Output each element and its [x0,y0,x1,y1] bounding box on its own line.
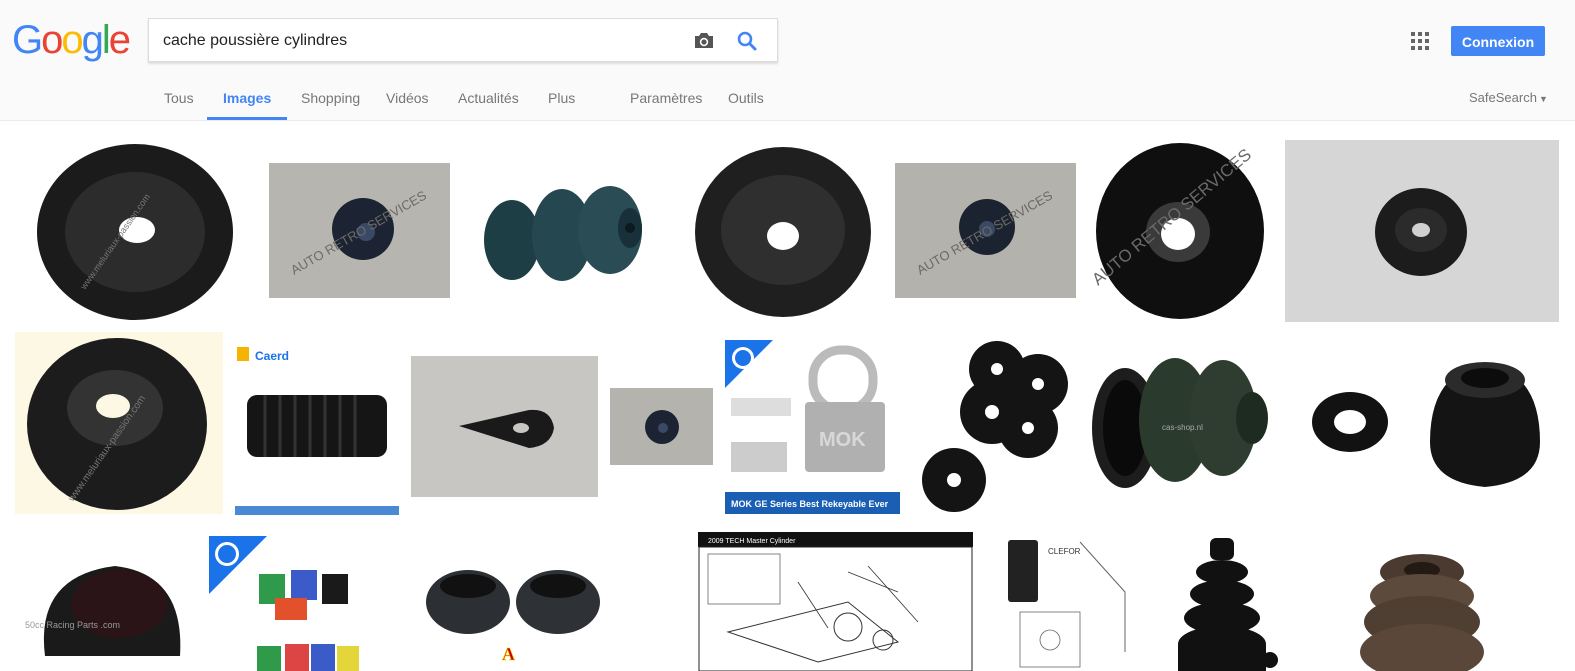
logo-letter-3: o [61,18,83,62]
brand-text: CLEFOR [1048,547,1081,556]
signin-button[interactable]: Connexion [1451,26,1545,56]
image-result[interactable] [693,140,873,322]
logo-letter-1: G [12,18,43,62]
logo-letter-2: o [41,18,63,62]
watermark-text: cas-shop.nl [1162,423,1203,432]
image-result[interactable]: A [410,542,610,671]
banner-text: MOK GE Series Best Rekeyable Ever [731,499,889,509]
safesearch-dropdown[interactable]: SafeSearch ▼ [1469,80,1548,116]
caret-down-icon: ▼ [1538,94,1548,104]
image-result[interactable] [1285,140,1559,322]
tab-videos[interactable]: Vidéos [386,80,429,121]
image-result[interactable]: AUTO RETRO SERVICES [269,163,450,298]
image-result[interactable] [470,140,668,322]
logo-letter-6: e [108,18,131,62]
tab-more[interactable]: Plus [548,80,575,121]
watermark-text: 50cc Racing Parts .com [25,620,120,630]
image-result[interactable] [411,356,598,497]
search-input[interactable] [163,28,683,54]
brand-text: Caerd [255,349,289,363]
search-icon[interactable] [734,28,760,54]
image-result[interactable]: CLEFOR [1000,532,1138,671]
image-result[interactable] [1160,532,1290,671]
image-result[interactable] [209,536,394,671]
apps-grid-icon[interactable] [1411,32,1429,50]
google-logo[interactable]: Google [12,16,131,64]
search-tabs: Tous Images Shopping Vidéos Actualités P… [0,80,1575,121]
lock-brand-text: MOK [819,429,866,451]
image-result[interactable] [1300,532,1545,671]
tab-images[interactable]: Images [206,80,288,121]
header: Google Connexion Tous Images Shopping Vi… [0,0,1575,121]
tab-tools[interactable]: Outils [728,80,764,121]
image-result[interactable]: MOK MOK GE Series Best Rekeyable Ever [725,340,900,514]
image-result[interactable]: www.meluriaux-passion.com [15,332,223,514]
image-result[interactable]: AUTO RETRO SERVICES [895,163,1076,298]
image-result[interactable]: www.meluriaux-passion.com [25,140,245,322]
image-result[interactable] [610,388,713,465]
tab-all[interactable]: Tous [164,80,194,121]
image-result[interactable]: 2009 TECH Master Cylinder [698,532,973,671]
image-result[interactable]: Caerd [235,340,399,515]
tab-settings[interactable]: Paramètres [630,80,702,121]
image-results-grid: www.meluriaux-passion.com AUTO RETRO SER… [0,122,1575,671]
search-box [148,18,778,62]
logo-letter-4: g [81,18,104,62]
image-result[interactable] [912,332,1077,514]
diagram-title: 2009 TECH Master Cylinder [708,538,796,545]
letter-label: A [502,644,515,664]
camera-icon[interactable] [691,28,717,54]
logo-letter-5: l [101,18,111,62]
tab-shopping[interactable]: Shopping [301,80,360,121]
image-result[interactable]: cas-shop.nl [1087,332,1279,514]
image-result[interactable] [1300,332,1565,514]
image-result[interactable]: AUTO RETRO SERVICES [1090,140,1270,322]
image-result[interactable]: 50cc Racing Parts .com [15,526,200,671]
tab-news[interactable]: Actualités [458,80,519,121]
safesearch-label: SafeSearch [1469,90,1537,105]
